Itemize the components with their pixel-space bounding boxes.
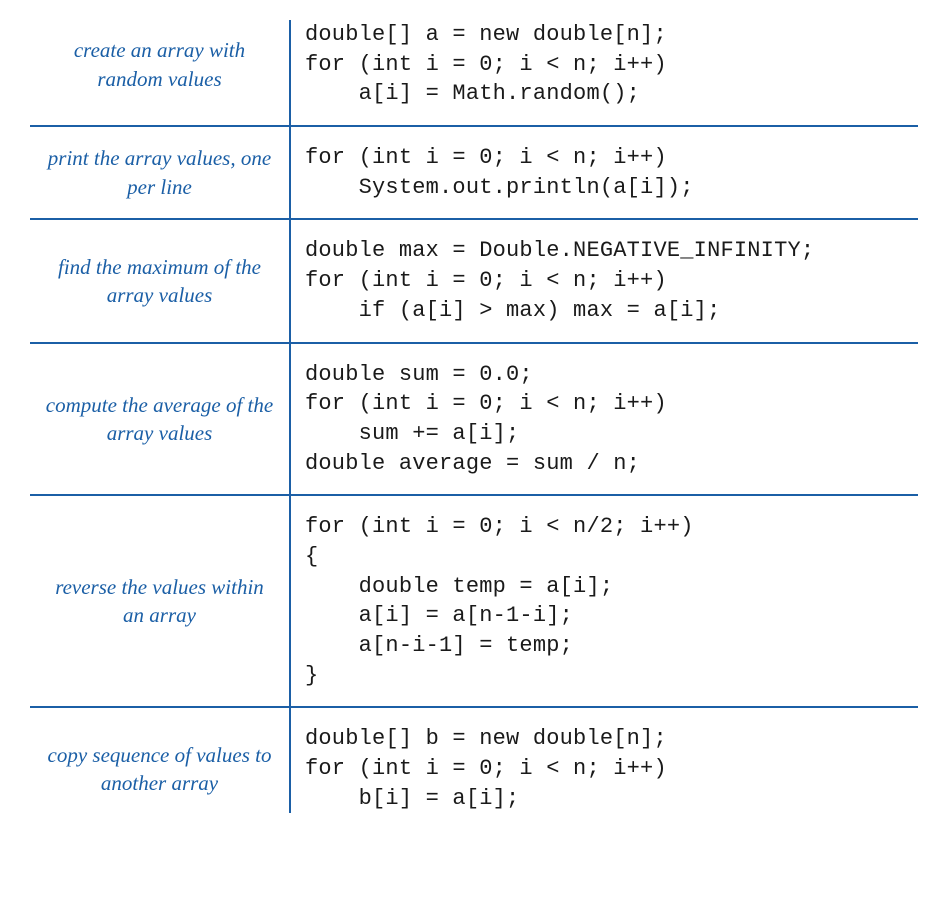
row-code-copy-array: double[] b = new double[n]; for (int i =… — [290, 707, 918, 813]
row-label-find-max: find the maximum of the array values — [30, 219, 290, 342]
row-code-compute-average: double sum = 0.0; for (int i = 0; i < n;… — [290, 343, 918, 496]
code-examples-table: create an array with random values doubl… — [30, 20, 918, 813]
table-row: print the array values, one per line for… — [30, 126, 918, 219]
row-code-find-max: double max = Double.NEGATIVE_INFINITY; f… — [290, 219, 918, 342]
row-code-print-array: for (int i = 0; i < n; i++) System.out.p… — [290, 126, 918, 219]
row-code-create-array: double[] a = new double[n]; for (int i =… — [290, 20, 918, 126]
row-label-print-array: print the array values, one per line — [30, 126, 290, 219]
table-row: create an array with random values doubl… — [30, 20, 918, 126]
table-row: find the maximum of the array values dou… — [30, 219, 918, 342]
row-label-create-array: create an array with random values — [30, 20, 290, 126]
table-row: reverse the values within an array for (… — [30, 495, 918, 707]
table-row: copy sequence of values to another array… — [30, 707, 918, 813]
row-code-reverse-array: for (int i = 0; i < n/2; i++) { double t… — [290, 495, 918, 707]
row-label-copy-array: copy sequence of values to another array — [30, 707, 290, 813]
table-row: compute the average of the array values … — [30, 343, 918, 496]
row-label-compute-average: compute the average of the array values — [30, 343, 290, 496]
row-label-reverse-array: reverse the values within an array — [30, 495, 290, 707]
